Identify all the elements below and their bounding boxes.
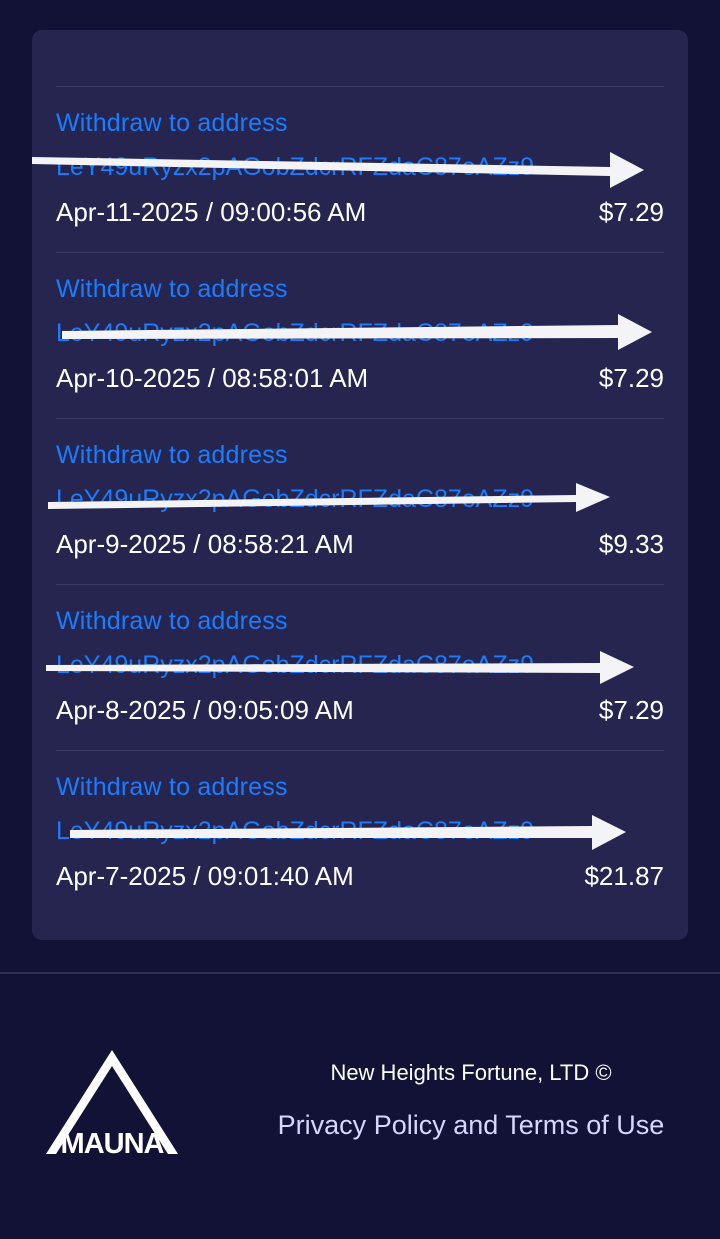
transaction-amount: $9.33 bbox=[598, 529, 664, 559]
transaction-address[interactable]: LeY49uRyzx2pAGobZdcrRFZdaC87eAZz9 bbox=[56, 485, 616, 514]
transaction-title[interactable]: Withdraw to address bbox=[56, 607, 288, 636]
transaction-title[interactable]: Withdraw to address bbox=[56, 275, 288, 304]
transaction-date: Apr-9-2025 / 08:58:21 AM bbox=[56, 529, 354, 559]
transaction-amount: $7.29 bbox=[598, 363, 664, 393]
transaction-date: Apr-7-2025 / 09:01:40 AM bbox=[56, 861, 354, 891]
transaction-row[interactable]: Withdraw to address LeY49uRyzx2pAGobZdcr… bbox=[56, 253, 664, 419]
transaction-row[interactable]: Withdraw to address LeY49uRyzx2pAGobZdcr… bbox=[56, 585, 664, 751]
transaction-address[interactable]: LeY49uRyzx2pAGobZdcrRFZdaC87eAZz9 bbox=[56, 817, 616, 846]
company-name: New Heights Fortune, LTD © bbox=[330, 1060, 612, 1085]
transactions-card: Withdraw to address LeY49uRyzx2pAGobZdcr… bbox=[32, 30, 688, 940]
transaction-row[interactable]: Withdraw to address LeY49uRyzx2pAGobZdcr… bbox=[56, 419, 664, 585]
transaction-title[interactable]: Withdraw to address bbox=[56, 109, 288, 138]
transaction-amount: $21.87 bbox=[584, 861, 664, 891]
footer-divider bbox=[0, 972, 720, 974]
privacy-policy-link[interactable]: Privacy Policy and Terms of Use bbox=[262, 1110, 680, 1141]
transaction-date: Apr-11-2025 / 09:00:56 AM bbox=[56, 197, 367, 227]
transaction-title[interactable]: Withdraw to address bbox=[56, 773, 288, 802]
transaction-date: Apr-10-2025 / 08:58:01 AM bbox=[56, 363, 369, 393]
transaction-row[interactable]: Withdraw to address LeY49uRyzx2pAGobZdcr… bbox=[56, 751, 664, 917]
transaction-address[interactable]: LeY49uRyzx2pAGobZdcrRFZdaC87eAZz9 bbox=[56, 651, 616, 680]
mountain-logo-icon[interactable]: MAUNA bbox=[40, 1044, 184, 1160]
transaction-row[interactable]: Withdraw to address LeY49uRyzx2pAGobZdcr… bbox=[56, 87, 664, 253]
transaction-title[interactable]: Withdraw to address bbox=[56, 441, 288, 470]
transaction-date: Apr-8-2025 / 09:05:09 AM bbox=[56, 695, 354, 725]
logo-text: MAUNA bbox=[60, 1128, 165, 1160]
transaction-amount: $7.29 bbox=[598, 197, 664, 227]
transaction-address[interactable]: LeY49uRyzx2pAGobZdcrRFZdaC87eAZz9 bbox=[56, 319, 616, 348]
transaction-address[interactable]: LeY49uRyzx2pAGobZdcrRFZdaC87eAZz9 bbox=[56, 153, 616, 182]
transaction-amount: $7.29 bbox=[598, 695, 664, 725]
